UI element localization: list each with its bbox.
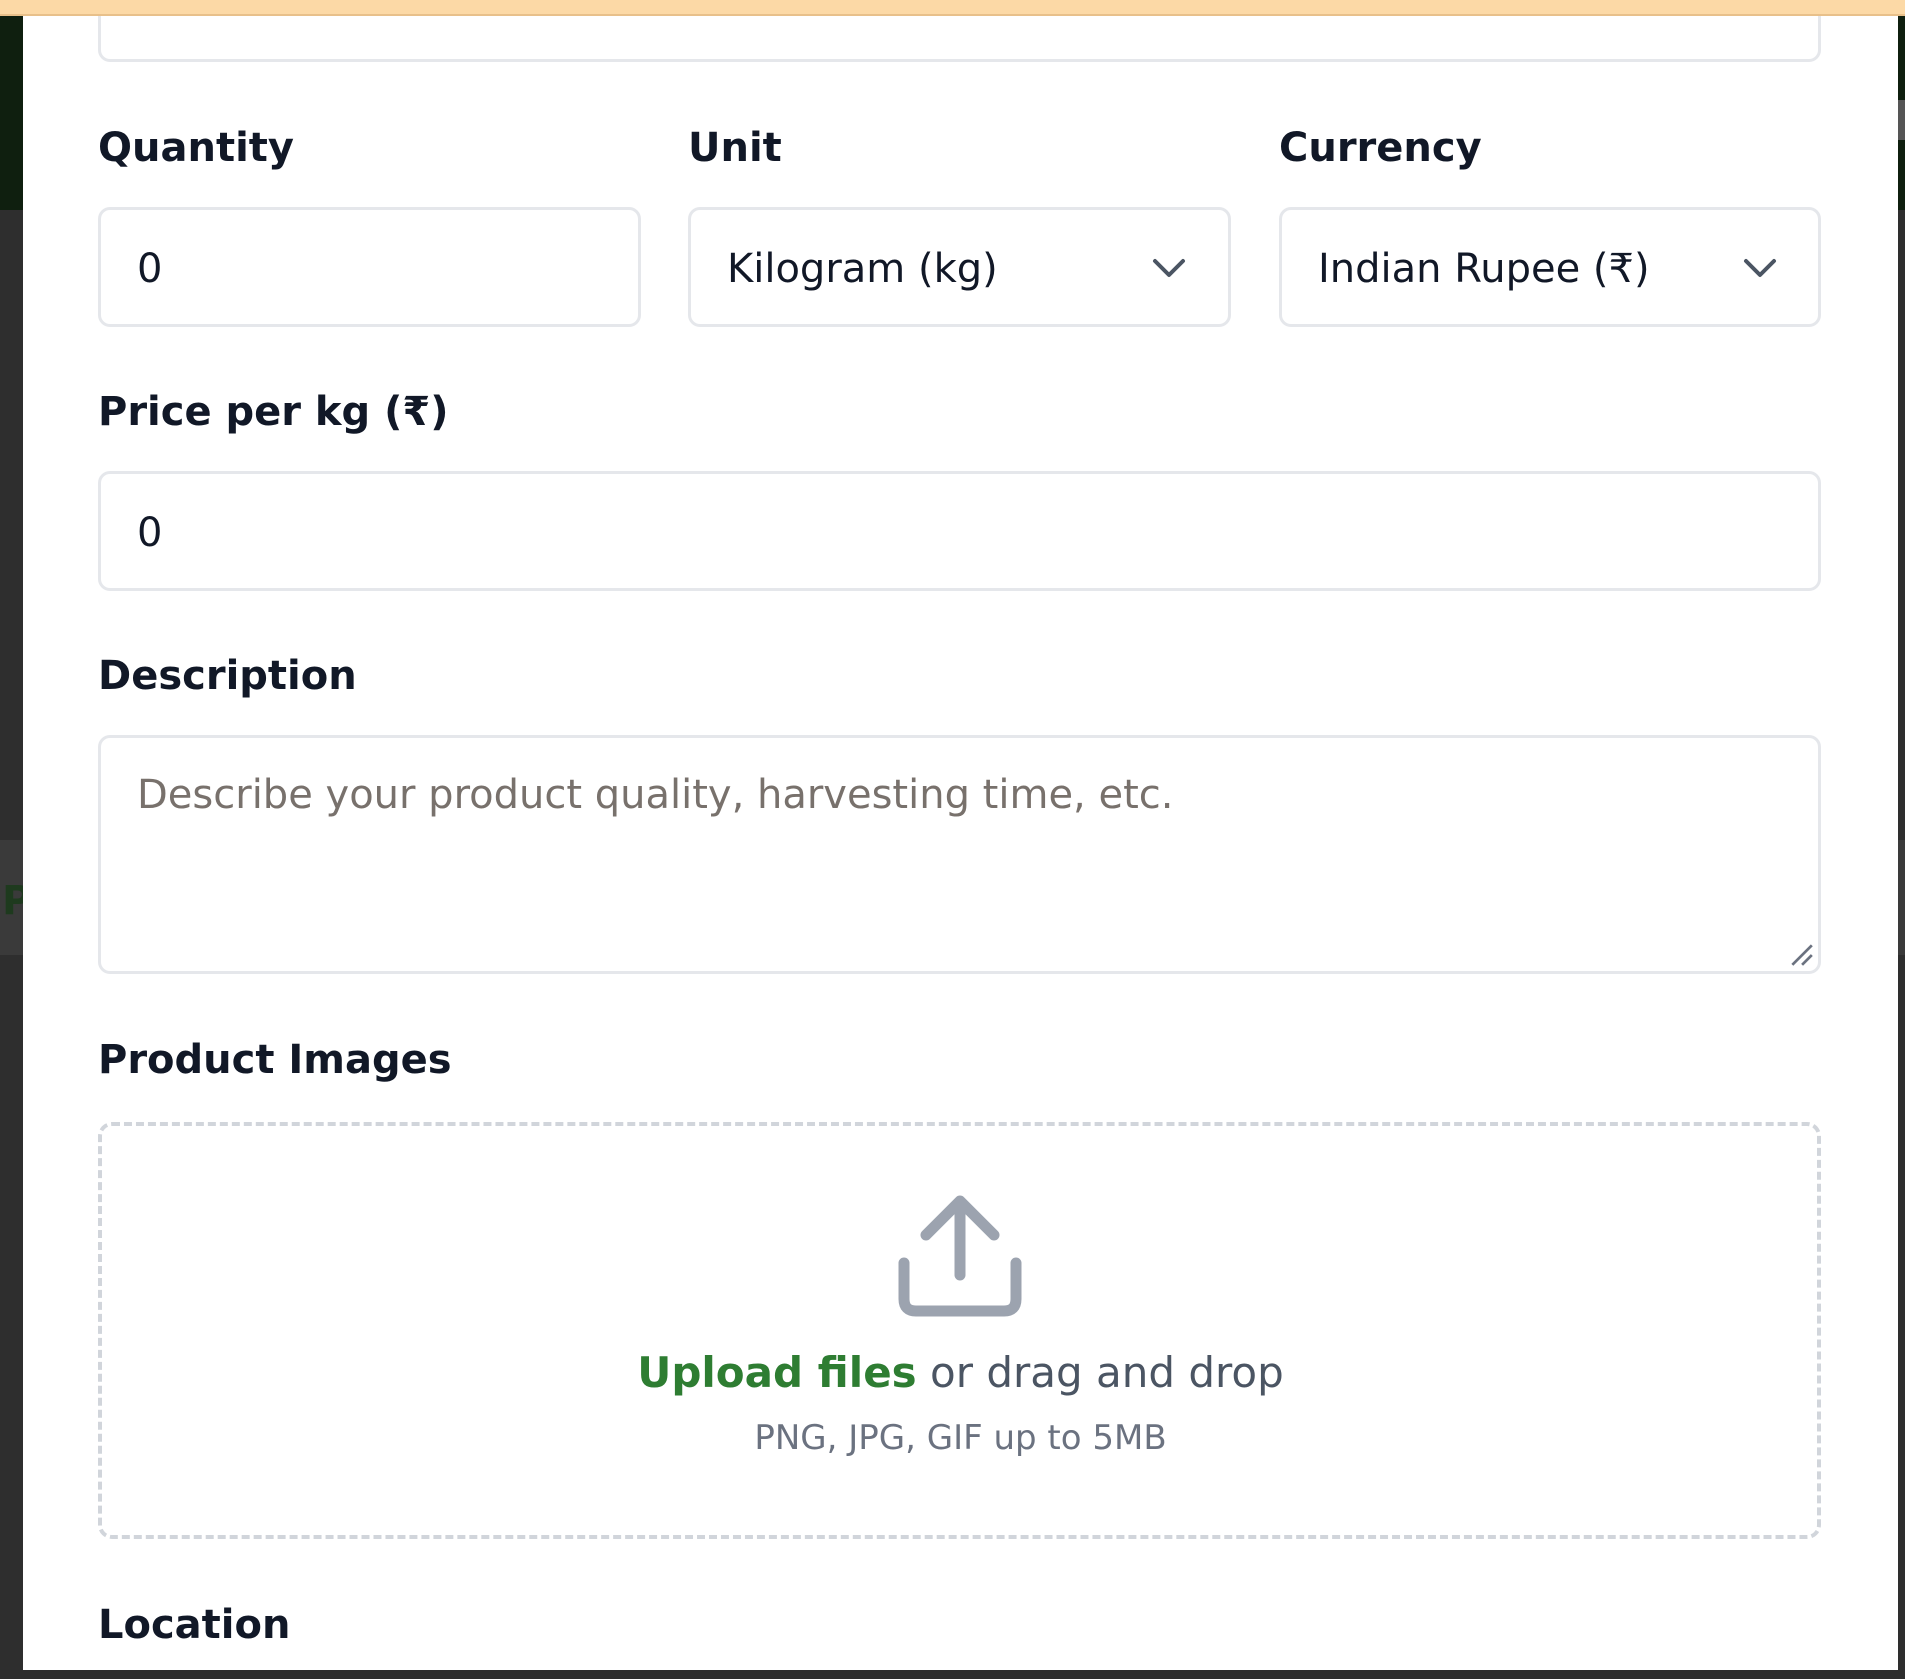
price-input[interactable]: 0 (98, 471, 1821, 591)
top-notice-strip (0, 0, 1905, 16)
upload-instructions: Upload files or drag and drop (23, 1348, 1898, 1397)
unit-label: Unit (688, 125, 782, 171)
quantity-label: Quantity (98, 125, 294, 171)
currency-select[interactable]: Indian Rupee (₹) (1279, 207, 1821, 327)
add-product-modal: Grains Quantity 0 Unit Kilogram (kg) Cur… (23, 0, 1898, 1670)
price-value: 0 (137, 510, 163, 556)
quantity-input[interactable]: 0 (98, 207, 641, 327)
description-placeholder: Describe your product quality, harvestin… (137, 772, 1174, 818)
chevron-down-icon (1744, 259, 1776, 277)
file-type-hint: PNG, JPG, GIF up to 5MB (754, 1418, 1167, 1458)
product-images-label: Product Images (98, 1037, 452, 1083)
unit-select[interactable]: Kilogram (kg) (688, 207, 1231, 327)
backdrop-edge (1897, 100, 1905, 140)
location-label: Location (98, 1602, 291, 1648)
price-label: Price per kg (₹) (98, 389, 449, 435)
description-textarea[interactable]: Describe your product quality, harvestin… (98, 735, 1821, 974)
currency-selected-value: Indian Rupee (₹) (1318, 246, 1650, 292)
unit-selected-value: Kilogram (kg) (727, 246, 998, 292)
upload-files-link[interactable]: Upload files (637, 1348, 916, 1397)
quantity-value: 0 (137, 246, 163, 292)
currency-label: Currency (1279, 125, 1482, 171)
resize-handle-icon[interactable] (1788, 941, 1814, 967)
drag-drop-text: or drag and drop (916, 1348, 1284, 1397)
chevron-down-icon (1153, 259, 1185, 277)
description-label: Description (98, 653, 357, 699)
image-dropzone[interactable] (98, 1122, 1821, 1539)
upload-icon (898, 1195, 1022, 1317)
